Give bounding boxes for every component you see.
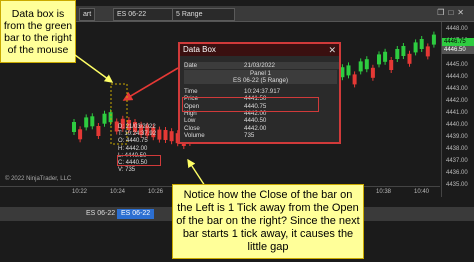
data-box-row-time: Time 10:24:37.917 bbox=[184, 88, 339, 95]
callout-gap-note: Notice how the Close of the bar on the L… bbox=[172, 184, 364, 259]
row-value: 4442.00 bbox=[244, 124, 267, 132]
row-value: 735 bbox=[244, 131, 255, 139]
crosshair-info-line: H: 4442.00 bbox=[118, 145, 148, 152]
callout-bottom-text: Notice how the Close of the bar on the L… bbox=[176, 189, 360, 253]
data-box-row-close: Close 4442.00 bbox=[184, 125, 339, 132]
row-label: Close bbox=[184, 124, 200, 132]
date-value: 21/03/2022 bbox=[244, 62, 275, 69]
data-box-series-label: ES 06-22 (5 Range) bbox=[184, 77, 337, 84]
row-label: Volume bbox=[184, 131, 205, 139]
data-box-panel[interactable]: Data Box ✕ Date 21/03/2022 Panel 1 ES 06… bbox=[178, 42, 341, 144]
data-box-row-low: Low 4440.50 bbox=[184, 117, 339, 124]
row-value: 10:24:37.917 bbox=[244, 88, 281, 95]
crosshair-info-line: O: 4440.75 bbox=[118, 138, 148, 145]
crosshair-info-line: D: 21/03/2022 bbox=[118, 124, 156, 130]
arrow-to-bar bbox=[74, 54, 114, 83]
open-high-highlight bbox=[182, 97, 319, 112]
data-box-title: Data Box bbox=[180, 44, 339, 56]
crosshair-info-line: T: 10:24:37.92 bbox=[118, 131, 157, 138]
crosshair-info: D: 21/03/2022 T: 10:24:37.92 O: 4440.75 H: … bbox=[118, 124, 156, 174]
data-box-date-row: Date 21/03/2022 bbox=[184, 62, 339, 69]
close-highlight bbox=[117, 155, 161, 166]
row-value: 4440.50 bbox=[244, 117, 267, 125]
arrow-to-gap bbox=[187, 158, 206, 187]
arrow-databox-link bbox=[122, 67, 179, 101]
row-label: Time bbox=[184, 88, 198, 95]
crosshair-info-line: V: 735 bbox=[118, 167, 136, 174]
data-box-panel-label: Panel 1 bbox=[184, 70, 337, 77]
row-label: Low bbox=[184, 117, 196, 125]
data-box-row-volume: Volume 735 bbox=[184, 132, 339, 139]
close-icon[interactable]: ✕ bbox=[328, 44, 336, 56]
date-label: Date bbox=[184, 62, 198, 69]
